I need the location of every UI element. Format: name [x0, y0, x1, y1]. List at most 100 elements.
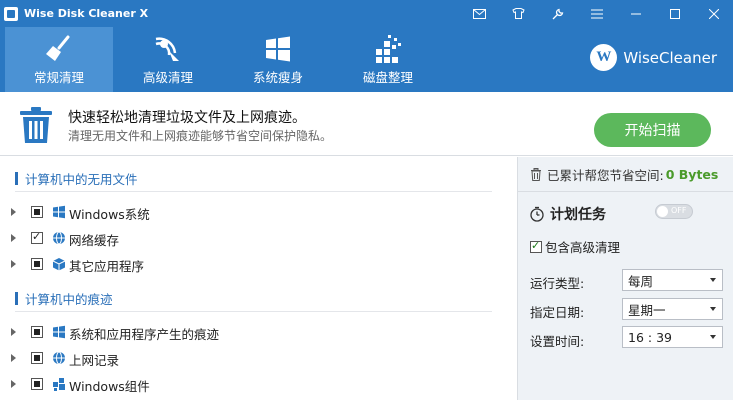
time-label: 设置时间:	[530, 334, 585, 349]
broom-icon	[44, 35, 74, 63]
expand-arrow-icon[interactable]	[11, 234, 16, 242]
schedule-pane: 已累计帮您节省空间: 0 Bytes 计划任务 OFF 包含高级清理 运行类型:…	[517, 157, 733, 400]
settings-tool-button[interactable]	[538, 0, 577, 27]
tab-label: 磁盘整理	[362, 70, 413, 85]
chevron-down-icon	[710, 335, 716, 339]
tab-label: 系统瘦身	[252, 70, 303, 85]
tree-item-label: 系统和应用程序产生的痕迹	[69, 327, 220, 342]
tab-label: 高级清理	[142, 70, 193, 85]
app-title: Wise Disk Cleaner X	[24, 7, 149, 20]
saved-space-value: 0 Bytes	[665, 167, 719, 182]
expand-arrow-icon[interactable]	[11, 328, 16, 336]
expand-arrow-icon[interactable]	[11, 354, 16, 362]
date-select[interactable]: 星期一	[622, 298, 723, 320]
tab-advanced-clean[interactable]: 高级清理	[114, 27, 222, 92]
chevron-down-icon	[710, 278, 716, 282]
tree-item-web-cache[interactable]: 网络缓存	[0, 228, 517, 248]
run-type-label: 运行类型:	[530, 276, 585, 291]
expand-arrow-icon[interactable]	[11, 208, 16, 216]
time-input[interactable]: 16 : 39	[622, 326, 723, 348]
tree-item-other-apps[interactable]: 其它应用程序	[0, 254, 517, 274]
date-label: 指定日期:	[530, 305, 585, 320]
section-title: 计算机中的痕迹	[25, 292, 113, 307]
partial-checkbox[interactable]	[31, 378, 43, 390]
schedule-title-text: 计划任务	[550, 207, 606, 223]
saved-space-label: 已累计帮您节省空间:	[547, 168, 664, 183]
brand-logo[interactable]: W WiseCleaner	[590, 44, 717, 71]
schedule-title: 计划任务	[530, 204, 606, 224]
time-value: 16 : 39	[628, 329, 672, 345]
header-title: 快速轻松地清理垃圾文件及上网痕迹。	[68, 110, 306, 126]
run-type-select[interactable]: 每周	[622, 269, 723, 291]
globe-icon	[53, 231, 65, 245]
checked-checkbox[interactable]	[31, 230, 43, 244]
wisecleaner-logo-icon: W	[590, 44, 618, 71]
tree-item-windows-system[interactable]: Windows系统	[0, 202, 517, 222]
section-junk-files: 计算机中的无用文件	[15, 169, 138, 188]
cube-icon	[52, 258, 66, 271]
brand-name: WiseCleaner	[623, 48, 717, 67]
tab-system-slim[interactable]: 系统瘦身	[224, 27, 332, 92]
partial-checkbox[interactable]	[31, 326, 43, 338]
tree-item-label: 网络缓存	[69, 233, 120, 248]
window-controls	[460, 0, 733, 27]
close-button[interactable]	[694, 0, 733, 27]
advanced-clean-icon	[153, 35, 183, 63]
defrag-icon	[374, 35, 402, 63]
expand-arrow-icon[interactable]	[11, 260, 16, 268]
minimize-button[interactable]	[616, 0, 655, 27]
divider	[518, 191, 733, 192]
menu-icon	[590, 9, 603, 18]
tree-item-label: 其它应用程序	[69, 259, 145, 274]
tree-item-browsing-history[interactable]: 上网记录	[0, 348, 517, 368]
tree-item-system-app-traces[interactable]: 系统和应用程序产生的痕迹	[0, 322, 517, 342]
minimize-icon	[630, 13, 641, 14]
clock-icon	[530, 206, 544, 222]
menu-button[interactable]	[577, 0, 616, 27]
tree-item-label: 上网记录	[69, 353, 120, 368]
trash-icon	[531, 168, 541, 181]
chevron-down-icon	[710, 307, 716, 311]
tab-disk-defrag[interactable]: 磁盘整理	[334, 27, 442, 92]
windows-icon	[264, 35, 292, 63]
expand-arrow-icon[interactable]	[11, 380, 16, 388]
tree-item-label: Windows组件	[69, 379, 150, 394]
mail-icon	[473, 8, 486, 19]
tab-regular-clean[interactable]: 常规清理	[5, 27, 113, 92]
section-traces: 计算机中的痕迹	[15, 289, 113, 308]
main-nav: 常规清理 高级清理 系统瘦身 磁盘整理 W WiseCleaner	[0, 27, 733, 92]
partial-checkbox[interactable]	[31, 206, 43, 218]
tree-item-label: Windows系统	[69, 207, 150, 222]
title-bar: Wise Disk Cleaner X	[0, 0, 733, 27]
wrench-icon	[552, 8, 563, 19]
windows-icon	[53, 325, 65, 339]
trash-icon	[20, 107, 52, 143]
app-icon	[4, 6, 18, 21]
close-icon	[708, 8, 719, 19]
section-title: 计算机中的无用文件	[25, 172, 138, 187]
saved-space-summary: 已累计帮您节省空间: 0 Bytes	[530, 165, 718, 184]
cleanup-tree-pane: 计算机中的无用文件 Windows系统 网络缓存 其它应用程序 计算机中的痕迹 …	[0, 157, 517, 400]
maximize-button[interactable]	[655, 0, 694, 27]
toggle-label: OFF	[671, 206, 687, 215]
partial-checkbox[interactable]	[31, 352, 43, 364]
include-advanced-option[interactable]: 包含高级清理	[530, 237, 620, 256]
include-advanced-label: 包含高级清理	[545, 240, 621, 255]
include-advanced-checkbox[interactable]	[530, 239, 542, 253]
tree-item-windows-components[interactable]: Windows组件	[0, 374, 517, 394]
run-type-value: 每周	[628, 273, 654, 289]
puzzle-icon	[53, 378, 65, 391]
partial-checkbox[interactable]	[31, 258, 43, 270]
toggle-knob	[657, 206, 668, 217]
date-value: 星期一	[628, 302, 666, 318]
divider	[15, 311, 492, 312]
skin-button[interactable]	[499, 0, 538, 27]
start-scan-button[interactable]: 开始扫描	[594, 113, 711, 147]
schedule-toggle[interactable]: OFF	[655, 204, 693, 219]
feedback-mail-button[interactable]	[460, 0, 499, 27]
shirt-icon	[512, 8, 525, 19]
tab-label: 常规清理	[33, 70, 84, 85]
header-subtitle: 清理无用文件和上网痕迹能够节省空间保护隐私。	[68, 129, 333, 143]
windows-icon	[53, 205, 65, 219]
divider	[15, 191, 492, 192]
